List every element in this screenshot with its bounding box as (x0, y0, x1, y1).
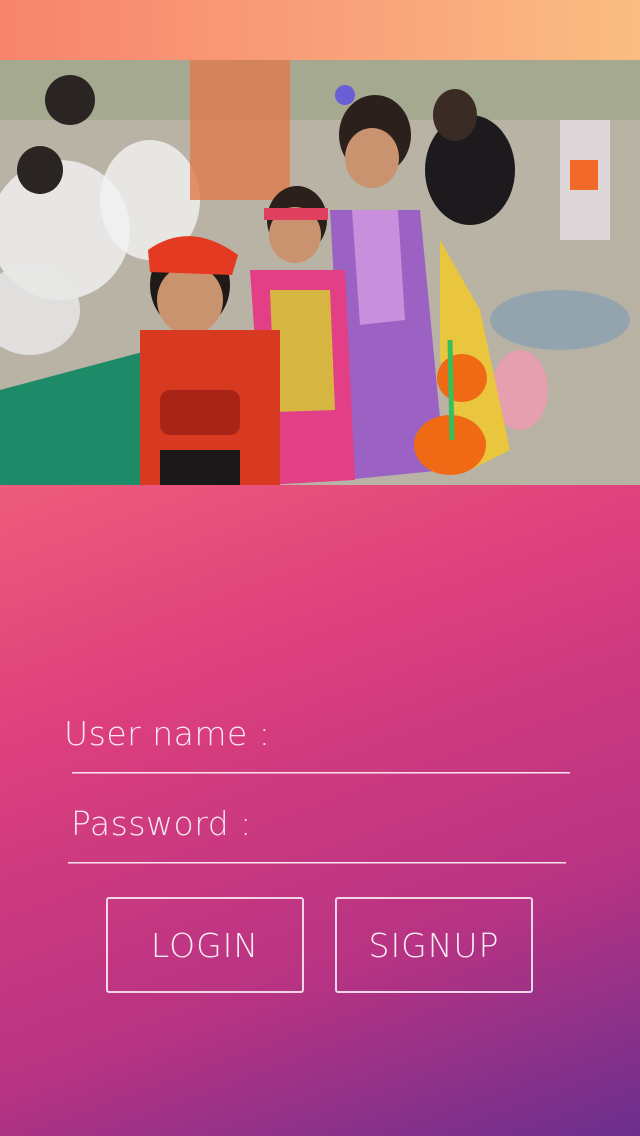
username-underline (72, 772, 570, 773)
username-input[interactable] (268, 718, 572, 760)
password-underline (68, 862, 566, 863)
hero-image (0, 60, 640, 485)
username-label: User name : (64, 714, 271, 753)
login-button[interactable]: LOGIN (106, 897, 304, 993)
password-label: Password : (71, 804, 252, 843)
header-band (0, 0, 640, 60)
password-input[interactable] (254, 808, 568, 850)
signup-button[interactable]: SIGNUP (335, 897, 533, 993)
